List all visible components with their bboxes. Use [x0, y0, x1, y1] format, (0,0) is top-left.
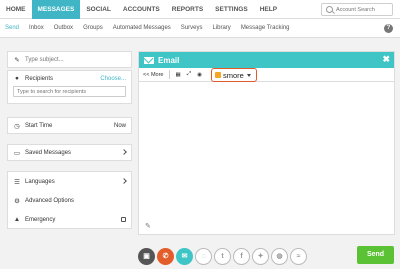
tab-automated-messages[interactable]: Automated Messages: [108, 25, 176, 31]
nav-messages[interactable]: MESSAGES: [31, 0, 81, 19]
rss-channel-icon[interactable]: ≈: [290, 247, 307, 265]
smore-logo-icon: [215, 72, 221, 78]
tab-message-tracking[interactable]: Message Tracking: [236, 25, 295, 31]
saved-messages-row[interactable]: ▭ Saved Messages: [8, 145, 131, 160]
channel-bar: ▣ ✆ ✉ ◌ t f ✦ ◍ ≈: [138, 246, 309, 266]
emergency-row[interactable]: ▲ Emergency: [8, 210, 131, 229]
languages-row[interactable]: ☰ Languages: [8, 172, 131, 191]
start-time-card[interactable]: ◷ Start Time Now: [7, 117, 132, 134]
languages-icon: ☰: [14, 178, 20, 186]
emergency-label: Emergency: [25, 216, 56, 223]
table-icon[interactable]: ▦: [175, 72, 180, 78]
email-title: Email: [158, 55, 180, 65]
editor-toolbar: << More ▦ ⤢ ◉ smore: [139, 68, 394, 82]
start-time-label: Start Time: [25, 122, 53, 129]
warning-icon: ▲: [13, 216, 21, 223]
tab-send[interactable]: Send: [0, 25, 24, 31]
nav-settings[interactable]: SETTINGS: [209, 0, 254, 19]
languages-label: Languages: [25, 178, 55, 185]
envelope-icon: [144, 56, 154, 64]
smore-button[interactable]: smore: [211, 68, 257, 82]
fullscreen-icon[interactable]: ⤢: [187, 71, 191, 78]
document-icon: ▭: [13, 149, 21, 157]
chevron-right-icon: [121, 177, 127, 185]
chat-channel-icon[interactable]: ◌: [195, 247, 212, 265]
user-icon: ●: [15, 75, 19, 82]
tab-surveys[interactable]: Surveys: [176, 25, 208, 31]
gear-icon: ⚙: [14, 197, 20, 205]
saved-messages-card[interactable]: ▭ Saved Messages: [7, 144, 132, 161]
more-button[interactable]: << More: [143, 72, 163, 78]
toolbar-divider: [169, 70, 171, 79]
sub-nav: Send Inbox Outbox Groups Automated Messa…: [0, 19, 400, 38]
send-button[interactable]: Send: [357, 246, 394, 264]
twitter-channel-icon[interactable]: ✦: [252, 247, 269, 265]
preview-eye-icon[interactable]: ◉: [197, 72, 202, 78]
tab-library[interactable]: Library: [207, 25, 235, 31]
paperclip-icon[interactable]: ✎: [145, 222, 151, 230]
account-search-input[interactable]: [336, 6, 392, 13]
chevron-right-icon: [121, 148, 127, 156]
edit-icon: ✎: [14, 56, 20, 64]
tab-inbox[interactable]: Inbox: [24, 25, 49, 31]
web-channel-icon[interactable]: ◍: [271, 247, 288, 265]
nav-help[interactable]: HELP: [254, 0, 283, 19]
phone-channel-icon[interactable]: ✆: [157, 247, 174, 265]
tab-groups[interactable]: Groups: [78, 25, 108, 31]
recipients-input[interactable]: [17, 88, 125, 95]
start-time-row[interactable]: ◷ Start Time Now: [8, 118, 131, 133]
search-icon: [326, 6, 333, 13]
subject-row[interactable]: ✎ Type subject...: [8, 52, 131, 67]
recipients-row: ● Recipients Choose...: [8, 71, 131, 86]
nav-reports[interactable]: REPORTS: [166, 0, 209, 19]
saved-messages-label: Saved Messages: [25, 149, 72, 156]
sms-channel-icon[interactable]: ▣: [138, 247, 155, 265]
tumblr-channel-icon[interactable]: t: [214, 247, 231, 265]
close-icon[interactable]: ✖: [382, 54, 390, 65]
email-channel-icon[interactable]: ✉: [176, 247, 193, 265]
tab-outbox[interactable]: Outbox: [49, 25, 78, 31]
recipients-card: ● Recipients Choose...: [7, 70, 132, 104]
nav-home[interactable]: HOME: [0, 0, 32, 19]
caret-down-icon: [246, 73, 251, 77]
email-body-editor[interactable]: [139, 83, 394, 223]
emergency-checkbox[interactable]: [121, 217, 126, 222]
facebook-channel-icon[interactable]: f: [233, 247, 250, 265]
subject-card: ✎ Type subject...: [7, 51, 132, 68]
start-time-value: Now: [113, 122, 126, 129]
recipients-search[interactable]: [13, 86, 126, 97]
recipients-label: Recipients: [25, 75, 54, 82]
clock-icon: ◷: [14, 122, 20, 130]
nav-social[interactable]: SOCIAL: [80, 0, 117, 19]
nav-accounts[interactable]: ACCOUNTS: [117, 0, 166, 19]
email-panel: Email ✖ << More ▦ ⤢ ◉ smore ✎: [138, 51, 395, 235]
choose-link[interactable]: Choose...: [100, 76, 126, 82]
email-header: Email ✖: [139, 52, 394, 68]
subject-input[interactable]: Type subject...: [25, 57, 64, 63]
smore-label: smore: [223, 70, 244, 80]
left-panel: ✎ Type subject... ● Recipients Choose...…: [7, 51, 132, 229]
help-icon[interactable]: ?: [384, 24, 393, 33]
options-card: ☰ Languages ⚙ Advanced Options ▲ Emergen…: [7, 171, 132, 229]
advanced-options-label: Advanced Options: [25, 197, 75, 204]
advanced-options-row[interactable]: ⚙ Advanced Options: [8, 191, 131, 210]
account-search[interactable]: [321, 3, 393, 16]
top-nav: HOME MESSAGES SOCIAL ACCOUNTS REPORTS SE…: [0, 0, 400, 19]
